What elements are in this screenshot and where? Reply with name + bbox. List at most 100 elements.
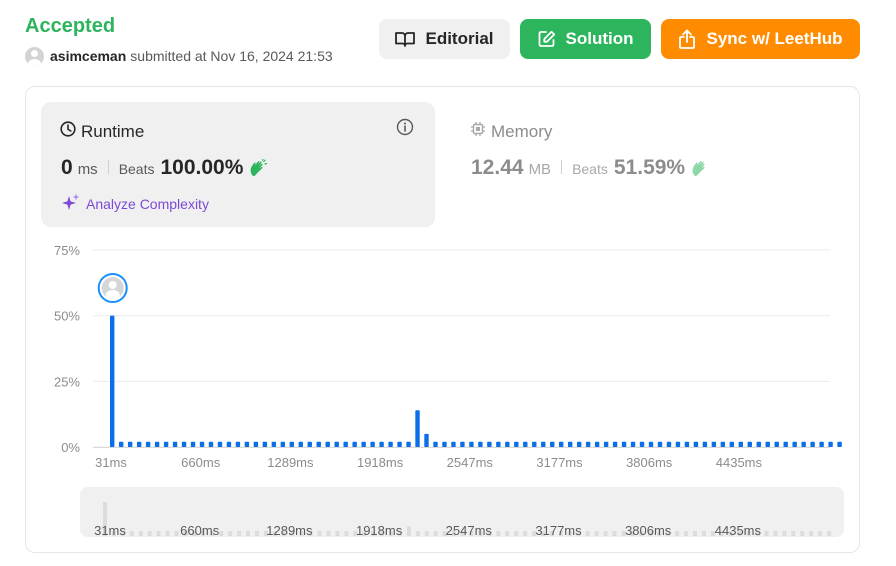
chart-bar[interactable] (478, 441, 483, 447)
chart-bar[interactable] (792, 441, 797, 447)
chart-bar[interactable] (451, 441, 456, 447)
chart-bar[interactable] (532, 441, 537, 447)
chart-bar[interactable] (594, 441, 600, 447)
chart-bar[interactable] (514, 441, 519, 447)
navigator-bar (237, 531, 242, 536)
chart-bar[interactable] (424, 433, 429, 447)
chart-bar[interactable] (361, 441, 366, 447)
chart-bar[interactable] (496, 441, 501, 447)
chart-bar[interactable] (460, 441, 465, 447)
chart-bar[interactable] (819, 441, 824, 447)
chart-bar[interactable] (666, 441, 672, 447)
chart-bar[interactable] (217, 441, 223, 447)
chart-bar[interactable] (828, 441, 833, 447)
chart-bar[interactable] (576, 441, 582, 447)
chart-bar[interactable] (352, 441, 357, 447)
chart-bar[interactable] (550, 441, 555, 447)
chart-bar[interactable] (738, 441, 743, 447)
chart-bar[interactable] (379, 441, 384, 447)
chart-bar[interactable] (711, 441, 717, 447)
chart-bar[interactable] (280, 441, 286, 447)
chart-bar[interactable] (136, 441, 142, 447)
chart-bar[interactable] (756, 441, 761, 447)
chart-bar[interactable] (433, 441, 438, 447)
chart-bar[interactable] (505, 441, 510, 447)
chart-bar[interactable] (316, 441, 321, 447)
chart-bar[interactable] (118, 441, 124, 447)
chart-bar[interactable] (648, 441, 654, 447)
avatar-icon-body (105, 290, 120, 300)
chart-bar[interactable] (145, 441, 151, 447)
chart-bar[interactable] (469, 441, 474, 447)
chart-bar[interactable] (693, 441, 699, 447)
navigator-bar (406, 526, 411, 536)
chart-bar[interactable] (810, 441, 815, 447)
chart-bar[interactable] (181, 441, 187, 447)
chart-bar[interactable] (720, 441, 726, 447)
chart-bar[interactable] (702, 441, 708, 447)
x-tick-label: 1289ms (267, 455, 314, 470)
chart-bar[interactable] (801, 441, 806, 447)
chart-bar[interactable] (747, 441, 752, 447)
chart-bar[interactable] (523, 441, 528, 447)
chart-bar[interactable] (630, 441, 636, 447)
navigator-bar (433, 531, 438, 536)
navigator-bar (782, 531, 787, 536)
chart-bar[interactable] (388, 441, 393, 447)
navigator-bar (174, 531, 179, 536)
navigator-bar (415, 531, 420, 536)
chart-bar[interactable] (397, 441, 402, 447)
chart-bar[interactable] (567, 441, 573, 447)
chart-bar[interactable] (639, 441, 645, 447)
chart-bar[interactable] (541, 441, 546, 447)
chart-bar[interactable] (783, 441, 788, 447)
chart-bar[interactable] (765, 441, 770, 447)
chart-bar[interactable] (307, 441, 312, 447)
navigator-bar (585, 531, 590, 536)
chart-bar[interactable] (406, 441, 411, 447)
chart-bar[interactable] (334, 441, 339, 447)
navigator-bar (603, 531, 608, 536)
chart-bar[interactable] (110, 315, 115, 447)
chart-bar[interactable] (370, 441, 375, 447)
chart-bar[interactable] (415, 410, 420, 447)
navigator-bar (156, 531, 161, 536)
x-tick-label: 2547ms (447, 455, 494, 470)
chart-bar[interactable] (199, 441, 205, 447)
chart-bar[interactable] (621, 441, 627, 447)
chart-bar[interactable] (657, 441, 663, 447)
chart-bar[interactable] (172, 441, 178, 447)
navigator-bar (326, 531, 331, 536)
chart-bar[interactable] (559, 441, 564, 447)
chart-bar[interactable] (442, 441, 447, 447)
chart-bar[interactable] (729, 441, 735, 447)
chart-bar[interactable] (235, 441, 241, 447)
chart-bar[interactable] (163, 441, 169, 447)
chart-bar[interactable] (487, 441, 492, 447)
chart-bar[interactable] (774, 441, 779, 447)
chart-bar[interactable] (154, 441, 160, 447)
chart-bar[interactable] (837, 441, 842, 447)
chart-bar[interactable] (262, 441, 268, 447)
chart-bar[interactable] (675, 441, 681, 447)
navigator-bar (424, 531, 429, 536)
x-tick-label: 3806ms (626, 455, 673, 470)
chart-bar[interactable] (343, 441, 348, 447)
chart-bar[interactable] (289, 441, 294, 447)
chart-bar[interactable] (127, 441, 133, 447)
chart-bar[interactable] (226, 441, 232, 447)
chart-bar[interactable] (298, 441, 303, 447)
chart-bar[interactable] (271, 441, 277, 447)
chart-bar[interactable] (612, 441, 618, 447)
chart-bar[interactable] (603, 441, 609, 447)
chart-bar[interactable] (208, 441, 214, 447)
chart-bar[interactable] (684, 441, 690, 447)
chart-bar[interactable] (190, 441, 196, 447)
chart-bar[interactable] (244, 441, 250, 447)
navigator-bar (692, 531, 697, 536)
chart-bar[interactable] (325, 441, 330, 447)
chart-bar[interactable] (585, 441, 591, 447)
navigator-bar (809, 531, 814, 536)
chart-bar[interactable] (253, 441, 259, 447)
navigator-tick-label: 660ms (180, 523, 220, 538)
